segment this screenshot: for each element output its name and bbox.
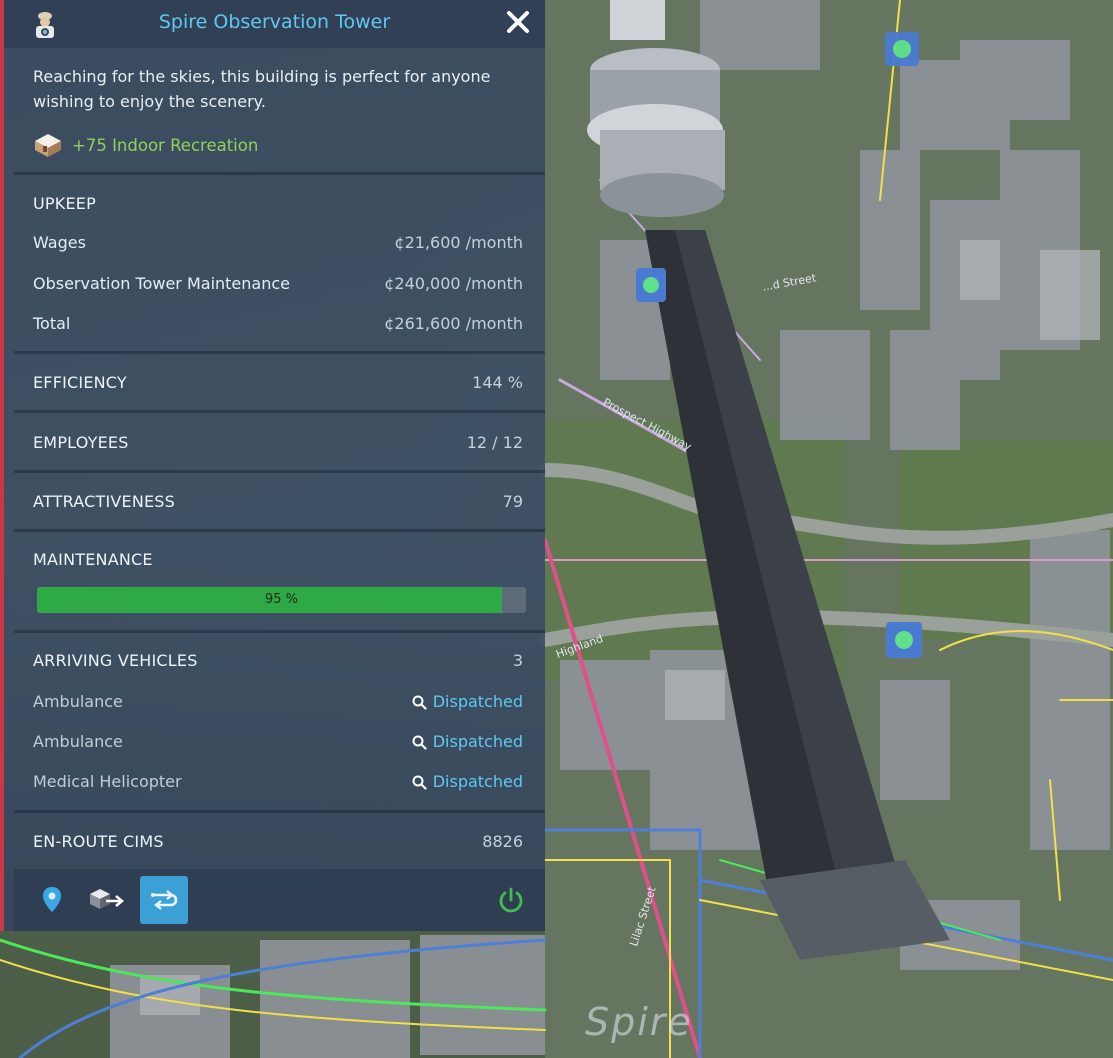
arriving-vehicles-label: ARRIVING VEHICLES [33,651,198,670]
upkeep-label: Wages [33,233,86,252]
maintenance-row: MAINTENANCE [33,550,523,574]
map-district-label: Spire [585,1000,693,1044]
divider [14,630,545,633]
relocate-button[interactable] [84,876,132,924]
recreation-bonus: +75 Indoor Recreation [33,131,258,159]
efficiency-value: 144 % [472,373,523,392]
vehicle-status[interactable]: Dispatched [433,772,523,791]
panel-header: Spire Observation Tower [4,0,545,48]
power-toggle-button[interactable] [487,876,535,924]
upkeep-value: ¢261,600 /month [384,314,523,333]
panel-title: Spire Observation Tower [158,11,391,33]
locate-button[interactable] [28,876,76,924]
magnifier-icon[interactable] [412,735,427,750]
upkeep-row: Observation Tower Maintenance ¢240,000 /… [33,274,523,298]
employees-value: 12 / 12 [466,433,523,452]
route-toggle-button[interactable] [140,876,188,924]
divider [14,810,545,813]
enroute-cims-value: 8826 [482,832,523,851]
arriving-vehicles-count: 3 [512,651,523,670]
maintenance-progress-label: 95 % [264,592,299,607]
efficiency-row: EFFICIENCY 144 % [33,373,523,397]
arriving-vehicles-row: ARRIVING VEHICLES 3 [33,651,523,675]
upkeep-header: UPKEEP [33,194,96,213]
vehicle-status-link[interactable]: Dispatched [412,692,523,711]
upkeep-value: ¢21,600 /month [394,233,523,252]
vehicle-name: Medical Helicopter [33,772,182,791]
vehicle-status[interactable]: Dispatched [433,692,523,711]
enroute-cims-label: EN-ROUTE CIMS [33,832,164,851]
divider [14,172,545,175]
divider [14,529,545,532]
recreation-text: +75 Indoor Recreation [72,135,259,155]
efficiency-label: EFFICIENCY [33,373,127,392]
maintenance-label: MAINTENANCE [33,550,153,569]
divider [14,351,545,354]
employees-label: EMPLOYEES [33,433,129,452]
upkeep-row: Total ¢261,600 /month [33,314,523,338]
enroute-cims-row: EN-ROUTE CIMS 8826 [33,832,523,856]
upkeep-row: Wages ¢21,600 /month [33,233,523,257]
panel-footer-toolbar [14,869,545,931]
upkeep-section: UPKEEP [33,194,523,218]
location-pin-icon [43,887,61,912]
maintenance-progress-bar: 95 % [37,587,526,613]
divider [14,410,545,413]
upkeep-label: Observation Tower Maintenance [33,274,290,293]
close-icon[interactable] [504,8,532,36]
magnifier-icon[interactable] [412,695,427,710]
vehicle-row: Medical Helicopter Dispatched [33,772,523,796]
indoor-recreation-icon [35,134,61,157]
vehicle-name: Ambulance [33,692,123,711]
vehicle-row: Ambulance Dispatched [33,732,523,756]
divider [14,470,545,473]
vehicle-status[interactable]: Dispatched [433,732,523,751]
magnifier-icon[interactable] [412,775,427,790]
attractiveness-value: 79 [502,492,523,511]
upkeep-value: ¢240,000 /month [384,274,523,293]
building-info-panel: Spire Observation Tower Reaching for the… [0,0,545,931]
vehicle-status-link[interactable]: Dispatched [412,732,523,751]
vehicle-row: Ambulance Dispatched [33,692,523,716]
attractiveness-row: ATTRACTIVENESS 79 [33,492,523,516]
service-map-marker [885,32,919,66]
employees-row: EMPLOYEES 12 / 12 [33,433,523,457]
route-toggle-icon [151,890,178,910]
upkeep-label: Total [33,314,71,333]
power-icon [499,887,523,913]
relocate-building-icon [90,889,124,909]
attractiveness-label: ATTRACTIVENESS [33,492,176,511]
building-description: Reaching for the skies, this building is… [33,67,491,111]
vehicle-name: Ambulance [33,732,123,751]
vehicle-status-link[interactable]: Dispatched [412,772,523,791]
